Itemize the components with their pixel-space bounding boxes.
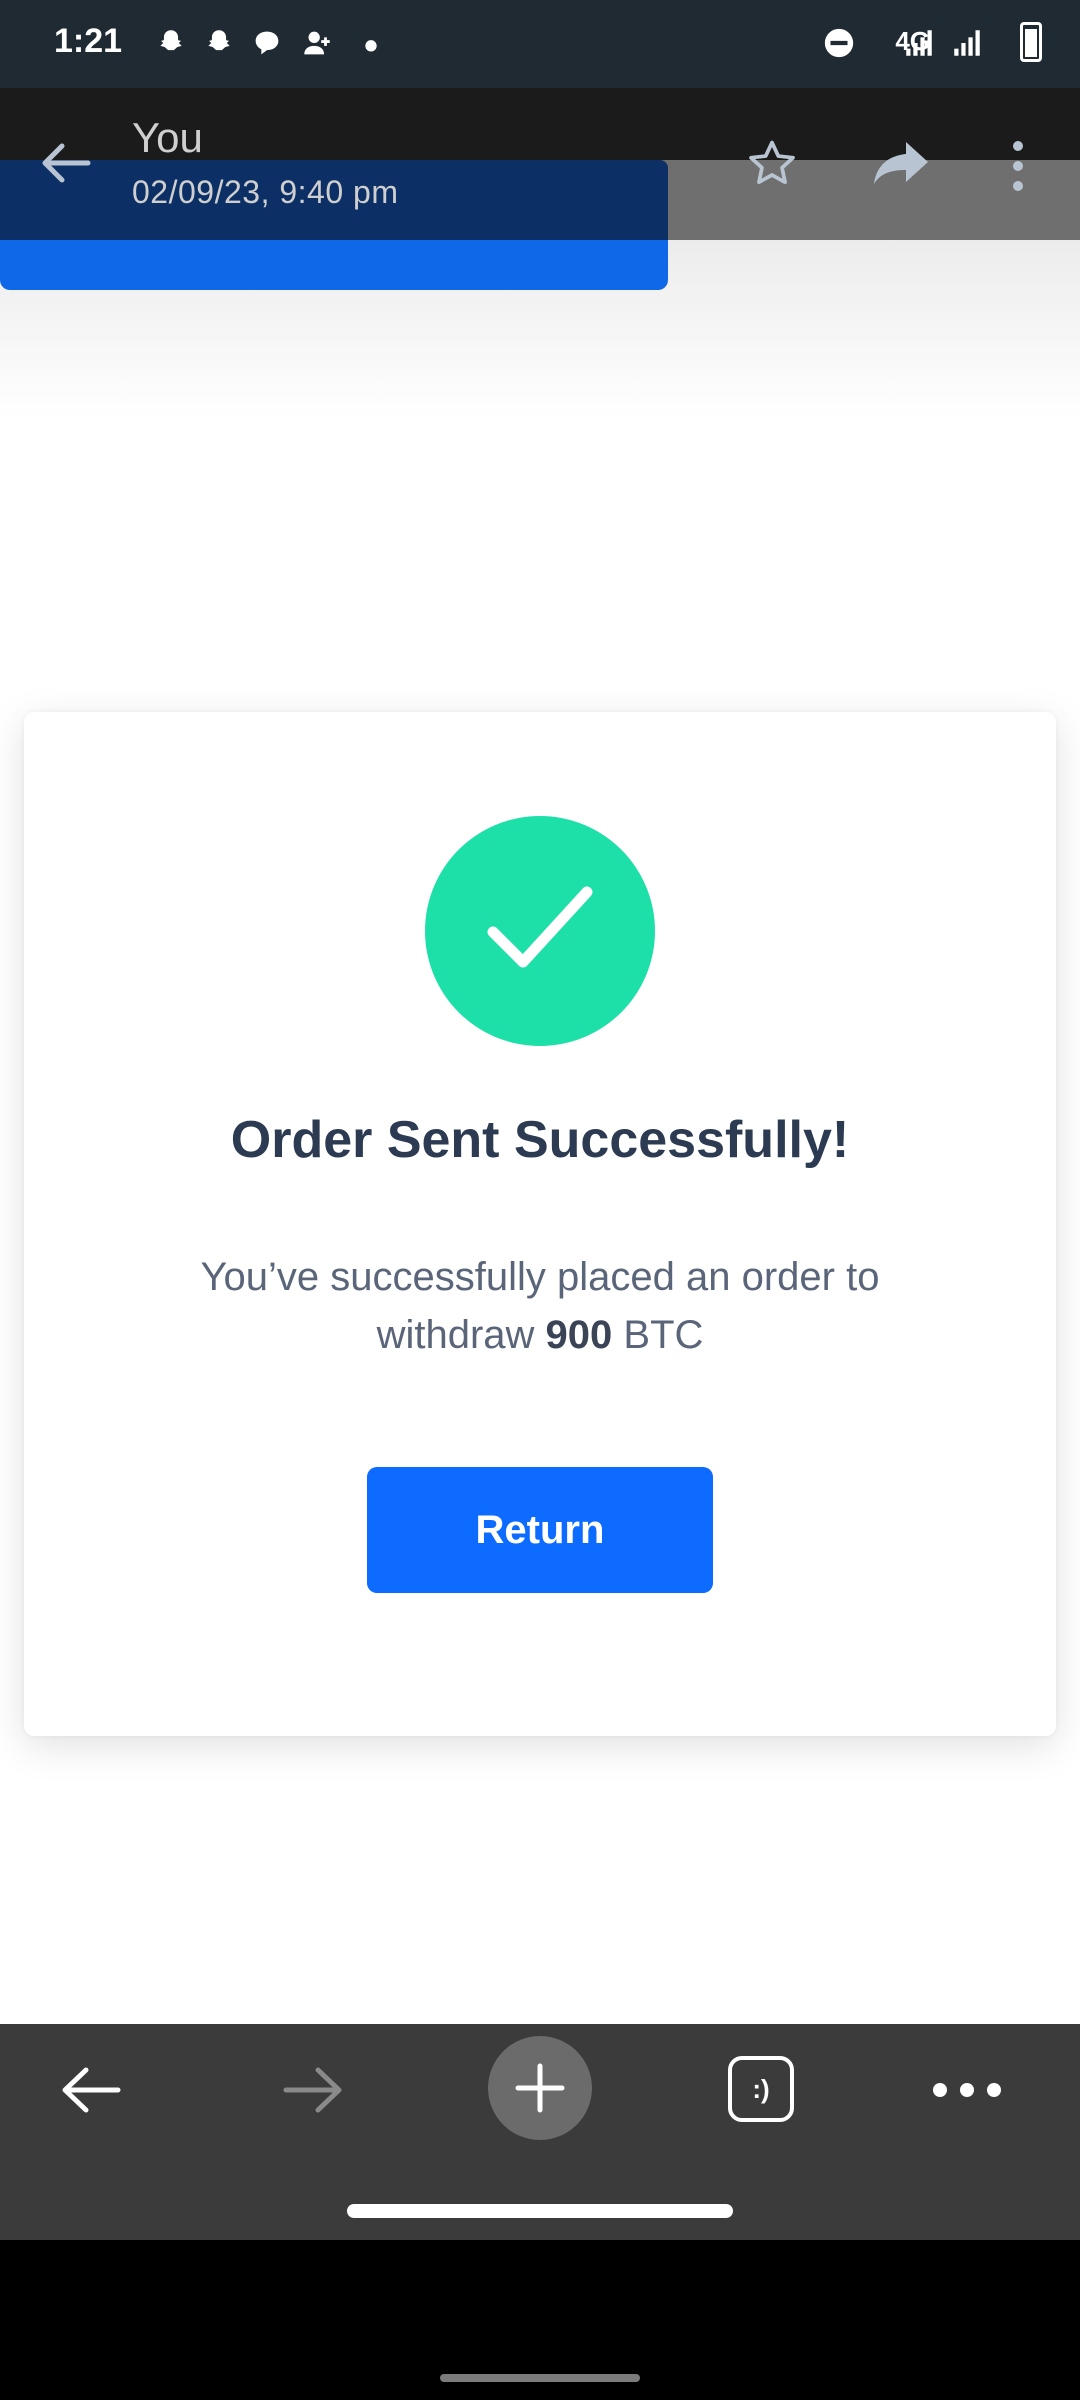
- order-message: You’ve successfully placed an order to w…: [0, 1248, 1080, 1364]
- forward-arrow-icon[interactable]: [280, 2062, 348, 2118]
- order-amount: 900: [545, 1313, 613, 1357]
- image-banner: [0, 240, 668, 290]
- check-icon: [487, 886, 593, 968]
- do-not-disturb-icon: [824, 28, 854, 58]
- chat-icon: [255, 31, 279, 55]
- home-indicator[interactable]: [347, 2204, 733, 2218]
- return-button[interactable]: Return: [367, 1467, 713, 1593]
- plus-icon: [515, 2063, 565, 2113]
- status-time: 1:21: [54, 22, 123, 60]
- share-icon[interactable]: [872, 138, 930, 188]
- order-currency: BTC: [612, 1313, 704, 1357]
- battery-icon: [1020, 22, 1042, 62]
- more-horizontal-icon[interactable]: [930, 2070, 1004, 2110]
- sender-name: You: [132, 114, 203, 161]
- back-arrow-icon[interactable]: [36, 138, 94, 188]
- back-arrow-icon[interactable]: [56, 2062, 124, 2118]
- order-message-line1: You’ve successfully placed an order to: [200, 1255, 880, 1299]
- add-person-icon: [304, 31, 330, 55]
- signal-icon: [954, 30, 980, 56]
- message-timestamp: 02/09/23, 9:40 pm: [132, 174, 399, 210]
- success-check-badge: [425, 816, 655, 1046]
- status-bar: 1:21 4G: [0, 0, 1080, 88]
- snapchat-icon: [160, 30, 182, 51]
- system-gesture-bar[interactable]: [440, 2374, 640, 2382]
- new-tab-button[interactable]: [488, 2036, 592, 2140]
- snapchat-icon: [208, 30, 230, 51]
- tabs-button[interactable]: :): [728, 2056, 794, 2122]
- more-vertical-icon[interactable]: [1008, 140, 1028, 192]
- dot-icon: [365, 40, 377, 52]
- order-title: Order Sent Successfully!: [230, 1111, 850, 1169]
- star-icon[interactable]: [744, 136, 800, 192]
- signal-icon: [906, 30, 932, 56]
- order-message-line2-prefix: withdraw: [376, 1313, 546, 1357]
